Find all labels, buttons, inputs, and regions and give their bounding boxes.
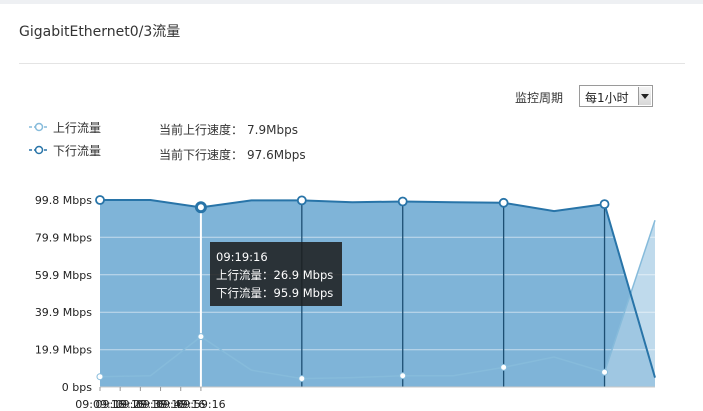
y-tick-label-5: 99.8 Mbps	[35, 194, 92, 207]
download-point-1	[194, 201, 207, 214]
upload-point-4	[500, 363, 508, 371]
y-tick-label-0: 0 bps	[62, 381, 92, 394]
download-area	[100, 200, 655, 387]
download-point-0	[95, 195, 105, 205]
y-tick-label-2: 39.9 Mbps	[35, 306, 92, 319]
upload-point-5	[601, 368, 609, 376]
tooltip-download: 下行流量：95.9 Mbps	[216, 286, 334, 300]
download-point-5	[599, 199, 610, 210]
y-tick-label-4: 79.9 Mbps	[35, 231, 92, 244]
x-tick-label-5: 09:59:16	[176, 398, 225, 411]
upload-point-1	[197, 333, 205, 341]
upload-point-3	[399, 372, 407, 380]
y-tick-label-1: 19.9 Mbps	[35, 344, 92, 357]
tooltip-upload: 上行流量：26.9 Mbps	[216, 268, 334, 282]
chart-tooltip: 09:19:16 上行流量：26.9 Mbps 下行流量：95.9 Mbps	[210, 242, 342, 306]
y-tick-label-3: 59.9 Mbps	[35, 269, 92, 282]
tooltip-time: 09:19:16	[216, 250, 268, 264]
download-point-4	[498, 197, 509, 208]
download-point-2	[296, 195, 307, 206]
traffic-chart[interactable]: 0 bps 19.9 Mbps 39.9 Mbps 59.9 Mbps 79.9 Mbp…	[0, 0, 703, 411]
upload-point-2	[298, 375, 306, 383]
upload-point-0	[96, 373, 104, 381]
download-point-3	[397, 196, 408, 207]
